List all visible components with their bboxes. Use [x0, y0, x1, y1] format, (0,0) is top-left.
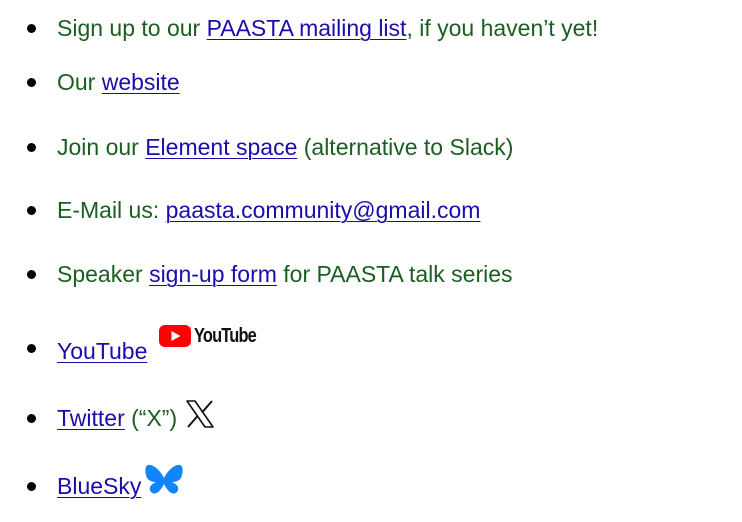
list-item-content: YouTube YouTube	[57, 325, 270, 368]
item-text-post: , if you haven’t yet!	[406, 15, 599, 41]
bullet	[27, 24, 36, 33]
bluesky-butterfly-icon	[145, 464, 183, 494]
youtube-logo-icon: YouTube	[159, 316, 270, 356]
x-logo-icon	[186, 400, 214, 428]
bluesky-link[interactable]: BlueSky	[57, 473, 141, 499]
item-text-post: (“X”)	[124, 405, 178, 431]
youtube-link[interactable]: YouTube	[57, 338, 147, 364]
list-item-content: Speaker sign-up form for PAASTA talk ser…	[57, 254, 513, 294]
list-item-content: Sign up to our PAASTA mailing list, if y…	[57, 8, 598, 48]
list-item-youtube: YouTube YouTube	[0, 325, 742, 368]
speaker-signup-link[interactable]: sign-up form	[149, 261, 277, 287]
youtube-play-icon	[159, 325, 192, 347]
twitter-link[interactable]: Twitter	[57, 405, 125, 431]
item-text-pre: Sign up to our	[57, 15, 207, 41]
element-space-link[interactable]: Element space	[145, 134, 297, 160]
item-text-pre: E-Mail us:	[57, 197, 166, 223]
list-item-twitter: Twitter (“X”)	[0, 398, 742, 438]
bullet	[27, 482, 36, 491]
list-item-element-space: Join our Element space (alternative to S…	[0, 127, 742, 167]
list-item-content: E-Mail us: paasta.community@gmail.com	[57, 190, 480, 230]
list-item-content: Twitter (“X”)	[57, 398, 215, 438]
bullet	[27, 78, 36, 87]
bullet	[27, 344, 36, 353]
bullet	[27, 206, 36, 215]
item-text-post: (alternative to Slack)	[297, 134, 514, 160]
mailing-list-link[interactable]: PAASTA mailing list	[207, 15, 407, 41]
list-item-website: Our website	[0, 62, 742, 102]
item-text-post: for PAASTA talk series	[276, 261, 513, 287]
list-item-content: Join our Element space (alternative to S…	[57, 127, 513, 167]
item-text-pre: Speaker	[57, 261, 150, 287]
email-link[interactable]: paasta.community@gmail.com	[166, 197, 481, 223]
list-item-email: E-Mail us: paasta.community@gmail.com	[0, 190, 742, 230]
bullet	[27, 143, 36, 152]
item-text-pre: Our	[57, 69, 102, 95]
list-item-speaker-form: Speaker sign-up form for PAASTA talk ser…	[0, 254, 742, 294]
list-item-content: Our website	[57, 62, 180, 102]
website-link[interactable]: website	[102, 69, 180, 95]
list-item-content: BlueSky	[57, 464, 183, 506]
bullet	[27, 270, 36, 279]
link-list: Sign up to our PAASTA mailing list, if y…	[0, 0, 742, 522]
youtube-logo-text: YouTube	[194, 325, 257, 347]
bullet	[27, 414, 36, 423]
item-text-pre: Join our	[57, 134, 146, 160]
list-item-bluesky: BlueSky	[0, 464, 742, 506]
list-item-mailing-list: Sign up to our PAASTA mailing list, if y…	[0, 8, 742, 48]
